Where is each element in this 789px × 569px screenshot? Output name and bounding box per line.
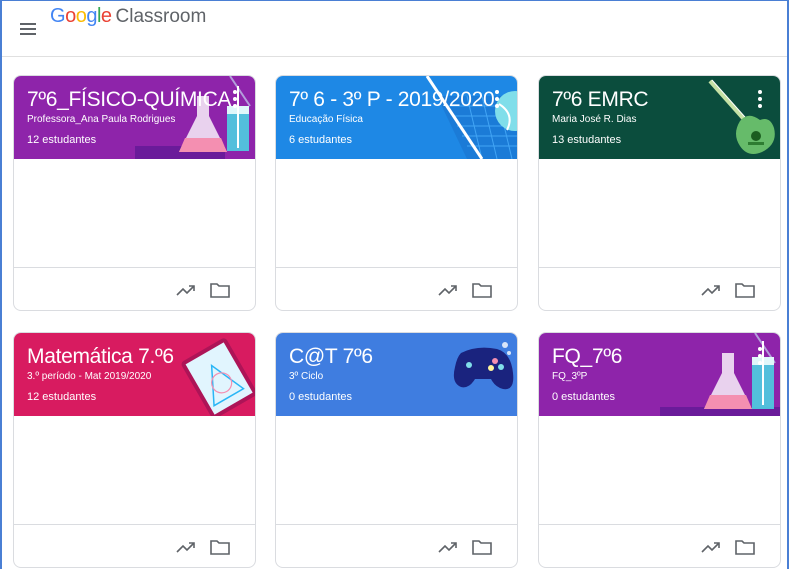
google-letter: o (75, 5, 87, 27)
class-subtitle[interactable]: Maria José R. Dias (552, 114, 636, 125)
class-title[interactable]: C@T 7º6 (289, 345, 373, 369)
more-options-button[interactable] (752, 345, 768, 367)
folder-icon[interactable] (209, 537, 231, 557)
trending-up-icon[interactable] (175, 280, 197, 300)
class-card-header[interactable]: 7º6 EMRC Maria José R. Dias 13 estudante… (539, 76, 780, 159)
class-subtitle[interactable]: 3.º período - Mat 2019/2020 (27, 371, 151, 382)
folder-icon[interactable] (471, 280, 493, 300)
google-letter: G (50, 5, 66, 27)
trending-up-icon[interactable] (700, 280, 722, 300)
class-card-header[interactable]: FQ_7º6 FQ_3ºP 0 estudantes (539, 333, 780, 416)
folder-icon[interactable] (471, 537, 493, 557)
student-count: 13 estudantes (552, 134, 622, 146)
folder-icon[interactable] (734, 280, 756, 300)
class-title[interactable]: Matemática 7.º6 (27, 345, 174, 369)
class-card-footer (539, 524, 780, 567)
class-card-body (276, 416, 517, 524)
class-card-footer (276, 267, 517, 310)
google-wordmark: Google (50, 5, 112, 28)
hamburger-menu-icon (20, 22, 36, 35)
student-count: 0 estudantes (552, 391, 615, 403)
class-card-body (14, 416, 255, 524)
more-options-button[interactable] (227, 88, 243, 110)
class-subtitle[interactable]: Educação Física (289, 114, 363, 125)
class-card-header[interactable]: 7º 6 - 3º P - 2019/2020 Educação Física … (276, 76, 517, 159)
class-title[interactable]: 7º6 EMRC (552, 88, 649, 112)
class-card[interactable]: Matemática 7.º6 3.º período - Mat 2019/2… (13, 332, 256, 568)
trending-up-icon[interactable] (437, 280, 459, 300)
class-title[interactable]: FQ_7º6 (552, 345, 622, 369)
gamepad-illustration (453, 342, 514, 390)
class-card-body (539, 416, 780, 524)
class-card-body (276, 159, 517, 267)
class-card[interactable]: C@T 7º6 3º Ciclo 0 estudantes (275, 332, 518, 568)
main-menu-button[interactable] (8, 9, 48, 49)
class-card-header[interactable]: Matemática 7.º6 3.º período - Mat 2019/2… (14, 333, 255, 416)
class-card[interactable]: 7º 6 - 3º P - 2019/2020 Educação Física … (275, 75, 518, 311)
more-vert-icon (233, 90, 237, 94)
class-subtitle[interactable]: FQ_3ºP (552, 371, 587, 382)
trending-up-icon[interactable] (437, 537, 459, 557)
google-classroom-logo[interactable]: Google Classroom (50, 5, 206, 28)
window-frame-left (0, 0, 2, 569)
class-card[interactable]: FQ_7º6 FQ_3ºP 0 estudantes (538, 332, 781, 568)
student-count: 12 estudantes (27, 134, 97, 146)
top-app-bar: Google Classroom (2, 1, 787, 57)
trending-up-icon[interactable] (175, 537, 197, 557)
tablet-geometry-illustration (181, 338, 255, 416)
class-card[interactable]: 7º6 EMRC Maria José R. Dias 13 estudante… (538, 75, 781, 311)
more-options-button[interactable] (489, 88, 505, 110)
class-card-footer (14, 267, 255, 310)
class-card-header[interactable]: 7º6_FÍSICO-QUÍMICA Professora_Ana Paula … (14, 76, 255, 159)
google-letter: e (100, 5, 112, 27)
class-card-footer (539, 267, 780, 310)
class-card-footer (276, 524, 517, 567)
more-vert-icon (758, 90, 762, 94)
class-subtitle[interactable]: 3º Ciclo (289, 371, 323, 382)
class-card[interactable]: 7º6_FÍSICO-QUÍMICA Professora_Ana Paula … (13, 75, 256, 311)
student-count: 6 estudantes (289, 134, 352, 146)
class-title[interactable]: 7º6_FÍSICO-QUÍMICA (27, 88, 231, 112)
folder-icon[interactable] (209, 280, 231, 300)
google-letter: g (86, 5, 97, 27)
class-card-header[interactable]: C@T 7º6 3º Ciclo 0 estudantes (276, 333, 517, 416)
class-subtitle[interactable]: Professora_Ana Paula Rodrigues (27, 114, 175, 125)
student-count: 12 estudantes (27, 391, 97, 403)
class-card-body (539, 159, 780, 267)
class-title[interactable]: 7º 6 - 3º P - 2019/2020 (289, 88, 495, 112)
student-count: 0 estudantes (289, 391, 352, 403)
more-vert-icon (495, 90, 499, 94)
class-card-footer (14, 524, 255, 567)
more-options-button[interactable] (752, 88, 768, 110)
class-card-body (14, 159, 255, 267)
trending-up-icon[interactable] (700, 537, 722, 557)
more-vert-icon (758, 347, 762, 351)
classroom-wordmark: Classroom (115, 6, 207, 27)
google-letter: o (65, 5, 76, 27)
folder-icon[interactable] (734, 537, 756, 557)
